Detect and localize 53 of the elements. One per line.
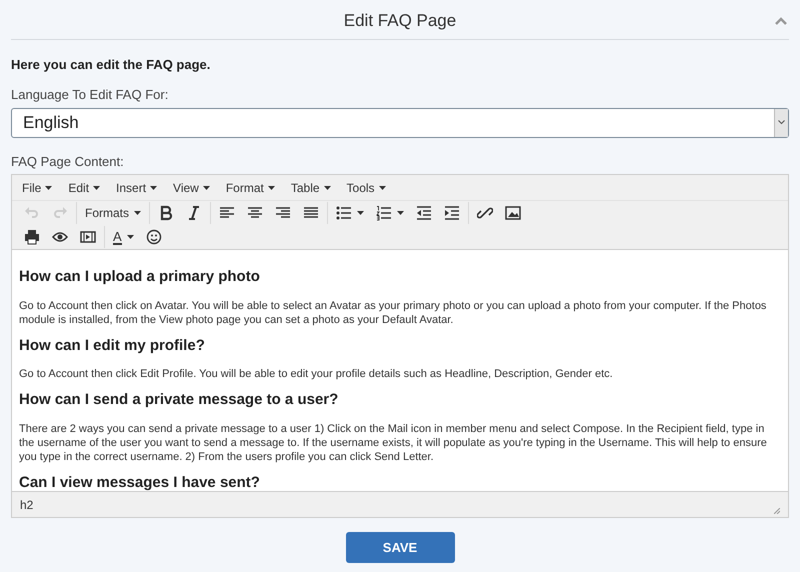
menu-item[interactable]: Insert xyxy=(113,178,160,196)
intro-text: Here you can edit the FAQ page. xyxy=(11,56,212,74)
outdent-icon xyxy=(416,205,432,221)
menu-item[interactable]: Tools xyxy=(344,178,389,196)
caret-icon xyxy=(324,186,331,190)
numbered-list-icon xyxy=(376,205,392,221)
image-icon xyxy=(505,205,522,221)
printer-icon xyxy=(24,229,40,245)
resize-grip-icon xyxy=(774,508,780,514)
formats-dropdown[interactable]: Formats xyxy=(80,202,146,224)
caret-icon xyxy=(45,186,52,190)
caret-icon xyxy=(202,186,210,190)
text-color-button[interactable]: A xyxy=(108,226,139,248)
faq-heading: How can I upload a primary photo xyxy=(19,267,261,287)
caret-icon xyxy=(268,186,275,190)
undo-icon xyxy=(24,205,40,221)
field-label: Language To Edit FAQ For: xyxy=(11,86,170,104)
menu-item[interactable]: Edit xyxy=(65,178,104,196)
field-label: FAQ Page Content: xyxy=(11,152,125,171)
language-select[interactable]: English xyxy=(11,108,789,138)
panel-title: Edit FAQ Page xyxy=(344,10,456,32)
faq-heading: Can I view messages I have sent? xyxy=(19,472,261,491)
faq-answer: Go to Account then click on Avatar. You will be able to select an Avatar as your primary photo or you can upload a photo from your computer. If the Photos module is installed, from the View photo page you can set a photo as your Default Avatar. xyxy=(19,298,768,326)
caret-icon xyxy=(134,211,142,215)
film-strip-icon xyxy=(80,229,96,245)
faq-heading: How can I edit my profile? xyxy=(19,336,206,356)
menu-item[interactable]: View xyxy=(170,178,213,196)
faq-answer: Go to Account then click Edit Profile. You will be able to edit your profile details such as Headline, Description, Gender etc. xyxy=(19,367,614,381)
caret-icon xyxy=(397,211,404,215)
caret-icon xyxy=(378,186,386,190)
faq-heading: How can I send a private message to a user? xyxy=(19,390,340,410)
bullet-list-icon xyxy=(336,205,352,221)
faq-answer: There are 2 ways you can send a private message to a user 1) Click on the Mail icon in member menu and select Compose. In the Recipient field, type in the username of the user you want to send a message to. If the username exists, it will populate as you're typing in the Username. This will help to ensure you type in the correct username. 2) From the users profile you can click Send Letter. xyxy=(19,422,768,464)
chevron-up-icon[interactable] xyxy=(775,17,787,25)
indent-icon xyxy=(444,205,460,221)
caret-icon xyxy=(357,211,364,215)
smiley-icon xyxy=(146,229,162,245)
element-path: h2 xyxy=(20,496,34,514)
save-button[interactable]: SAVE xyxy=(346,532,454,563)
caret-icon xyxy=(126,235,134,239)
justify-icon xyxy=(303,205,320,221)
menu-item[interactable]: Table xyxy=(288,178,334,196)
bold-icon xyxy=(158,205,174,221)
caret-icon xyxy=(150,186,158,190)
redo-icon xyxy=(52,205,68,221)
menu-item[interactable]: Format xyxy=(222,178,278,196)
align-left-icon xyxy=(219,205,236,221)
chevron-down-icon xyxy=(778,120,785,125)
link-icon xyxy=(477,205,494,221)
caret-icon xyxy=(93,186,100,190)
align-right-icon xyxy=(275,205,292,221)
align-center-icon xyxy=(247,205,264,221)
menu-item[interactable]: File xyxy=(19,178,56,196)
